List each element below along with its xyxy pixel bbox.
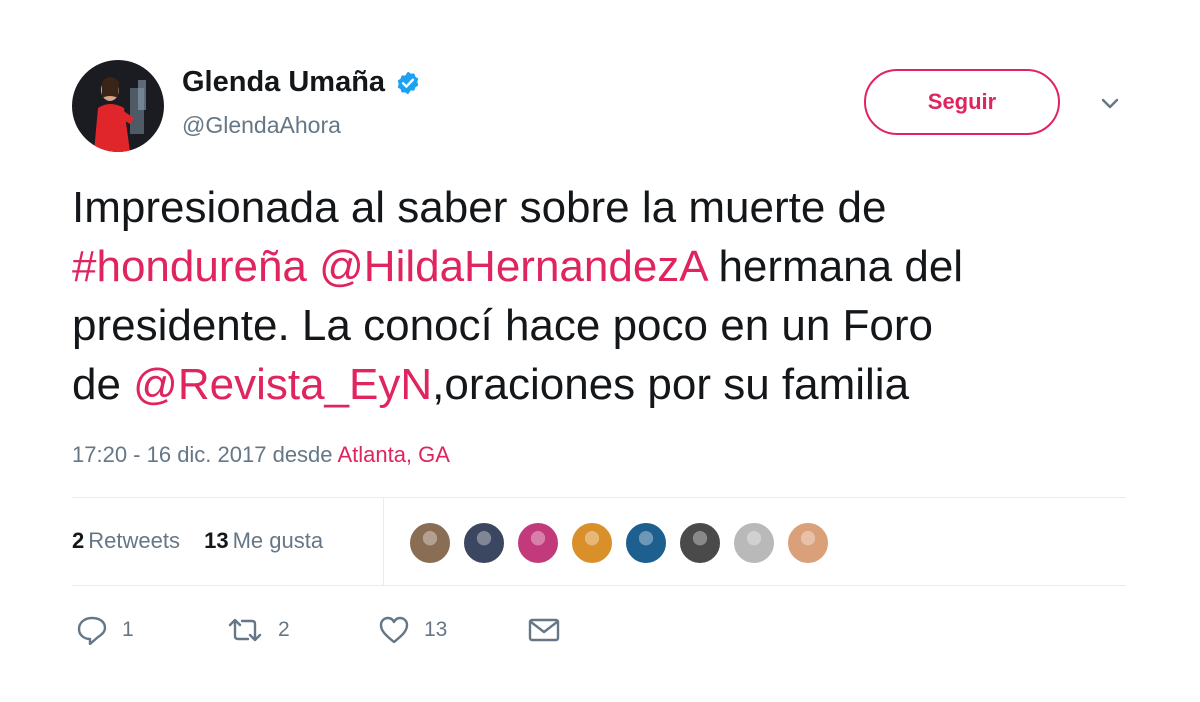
liker-avatar-8[interactable]	[786, 521, 830, 565]
divider	[72, 497, 1126, 498]
chevron-down-icon[interactable]	[1098, 94, 1122, 114]
retweet-icon	[226, 616, 264, 644]
divider	[383, 498, 384, 585]
envelope-icon	[528, 617, 560, 643]
verified-badge-icon	[395, 70, 421, 96]
location-link[interactable]: Atlanta, GA	[337, 442, 450, 467]
follow-button[interactable]: Seguir	[864, 69, 1060, 135]
reply-count: 1	[122, 618, 134, 641]
liker-avatar-4[interactable]	[570, 521, 614, 565]
tweet-text-segment: presidente. La conocí hace poco en un Fo…	[72, 301, 934, 350]
avatar[interactable]	[72, 60, 164, 152]
retweets-stat[interactable]: 2 Retweets	[72, 528, 180, 554]
hashtag-link[interactable]: #hondureña	[72, 242, 307, 291]
mention-link[interactable]: @Revista_EyN	[133, 360, 432, 409]
likes-label: Me gusta	[232, 528, 324, 553]
timestamp-text[interactable]: 17:20 - 16 dic. 2017 desde	[72, 442, 337, 467]
reply-icon	[76, 615, 108, 645]
retweets-count: 2	[72, 528, 85, 553]
liker-avatar-5[interactable]	[624, 521, 668, 565]
user-handle[interactable]: @GlendaAhora	[182, 112, 341, 139]
like-count: 13	[424, 618, 448, 641]
tweet-text-segment: de	[72, 360, 134, 409]
likes-count: 13	[204, 528, 229, 553]
tweet-stats: 2 Retweets 13 Me gusta	[72, 528, 341, 554]
mention-link[interactable]: @HildaHernandezA	[319, 242, 706, 291]
tweet-text-segment: ,oraciones por su familia	[432, 360, 910, 409]
display-name[interactable]: Glenda Umaña	[182, 66, 421, 99]
liker-avatar-3[interactable]	[516, 521, 560, 565]
direct-message-button[interactable]	[528, 612, 560, 648]
liker-avatars	[408, 521, 840, 565]
tweet-text-segment: Impresionada al saber sobre la muerte de	[72, 183, 887, 232]
retweet-button[interactable]: 2	[226, 612, 290, 648]
heart-icon	[378, 616, 410, 644]
liker-avatar-7[interactable]	[732, 521, 776, 565]
likes-stat[interactable]: 13 Me gusta	[204, 528, 323, 554]
tweet-card: Glenda Umaña @GlendaAhora Seguir Impresi…	[0, 0, 1200, 702]
tweet-line: presidente. La conocí hace poco en un Fo…	[72, 296, 1152, 355]
retweet-count: 2	[278, 618, 290, 641]
liker-avatar-6[interactable]	[678, 521, 722, 565]
like-button[interactable]: 13	[378, 612, 447, 648]
reply-button[interactable]: 1	[76, 612, 134, 648]
tweet-timestamp: 17:20 - 16 dic. 2017 desde Atlanta, GA	[72, 442, 450, 468]
tweet-line: #hondureña @HildaHernandezA hermana del	[72, 237, 1152, 296]
retweets-label: Retweets	[88, 528, 180, 553]
tweet-line: Impresionada al saber sobre la muerte de	[72, 178, 1152, 237]
liker-avatar-1[interactable]	[408, 521, 452, 565]
liker-avatar-2[interactable]	[462, 521, 506, 565]
tweet-text: Impresionada al saber sobre la muerte de…	[72, 178, 1152, 414]
tweet-text-segment: hermana del	[706, 242, 964, 291]
tweet-text-segment	[307, 242, 319, 291]
tweet-line: de @Revista_EyN,oraciones por su familia	[72, 355, 1152, 414]
display-name-text[interactable]: Glenda Umaña	[182, 66, 385, 99]
divider	[72, 585, 1126, 586]
